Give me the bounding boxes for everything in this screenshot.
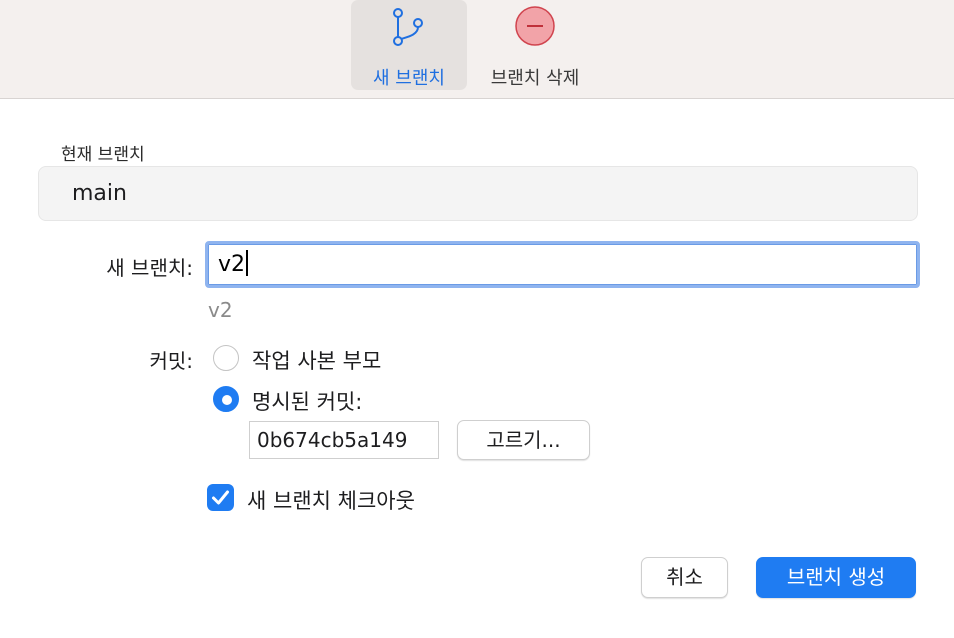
create-branch-button[interactable]: 브랜치 생성 bbox=[756, 557, 916, 598]
remove-icon bbox=[513, 4, 557, 52]
working-copy-option-label: 작업 사본 부모 bbox=[252, 349, 382, 373]
checkout-label: 새 브랜치 체크아웃 bbox=[247, 489, 415, 513]
text-caret bbox=[246, 250, 249, 276]
commit-label: 커밋: bbox=[149, 349, 193, 373]
commit-hash-field[interactable]: 0b674cb5a149 bbox=[249, 421, 439, 459]
new-branch-tool-label: 새 브랜치 bbox=[373, 68, 445, 89]
specified-commit-option-label: 명시된 커밋: bbox=[252, 390, 363, 414]
cancel-button[interactable]: 취소 bbox=[641, 557, 728, 598]
checkmark-icon bbox=[207, 490, 234, 515]
new-branch-label: 새 브랜치: bbox=[106, 256, 193, 280]
working-copy-radio[interactable] bbox=[213, 345, 239, 371]
new-branch-input-value: v2 bbox=[218, 252, 246, 277]
delete-branch-tool-label: 브랜치 삭제 bbox=[490, 68, 580, 89]
choose-commit-button[interactable]: 고르기... bbox=[457, 420, 590, 460]
current-branch-field: main bbox=[38, 166, 918, 221]
delete-branch-tool[interactable]: 브랜치 삭제 bbox=[475, 0, 595, 90]
new-branch-input[interactable]: v2 bbox=[205, 241, 920, 288]
specified-commit-radio[interactable] bbox=[213, 386, 239, 412]
branch-icon bbox=[389, 4, 429, 54]
branch-name-preview: v2 bbox=[208, 298, 233, 322]
current-branch-value: main bbox=[72, 181, 127, 206]
dialog-toolbar: 새 브랜치 브랜치 삭제 bbox=[0, 0, 954, 99]
checkout-checkbox[interactable] bbox=[207, 484, 234, 511]
new-branch-tool[interactable]: 새 브랜치 bbox=[351, 0, 467, 90]
current-branch-label: 현재 브랜치 bbox=[61, 145, 145, 165]
